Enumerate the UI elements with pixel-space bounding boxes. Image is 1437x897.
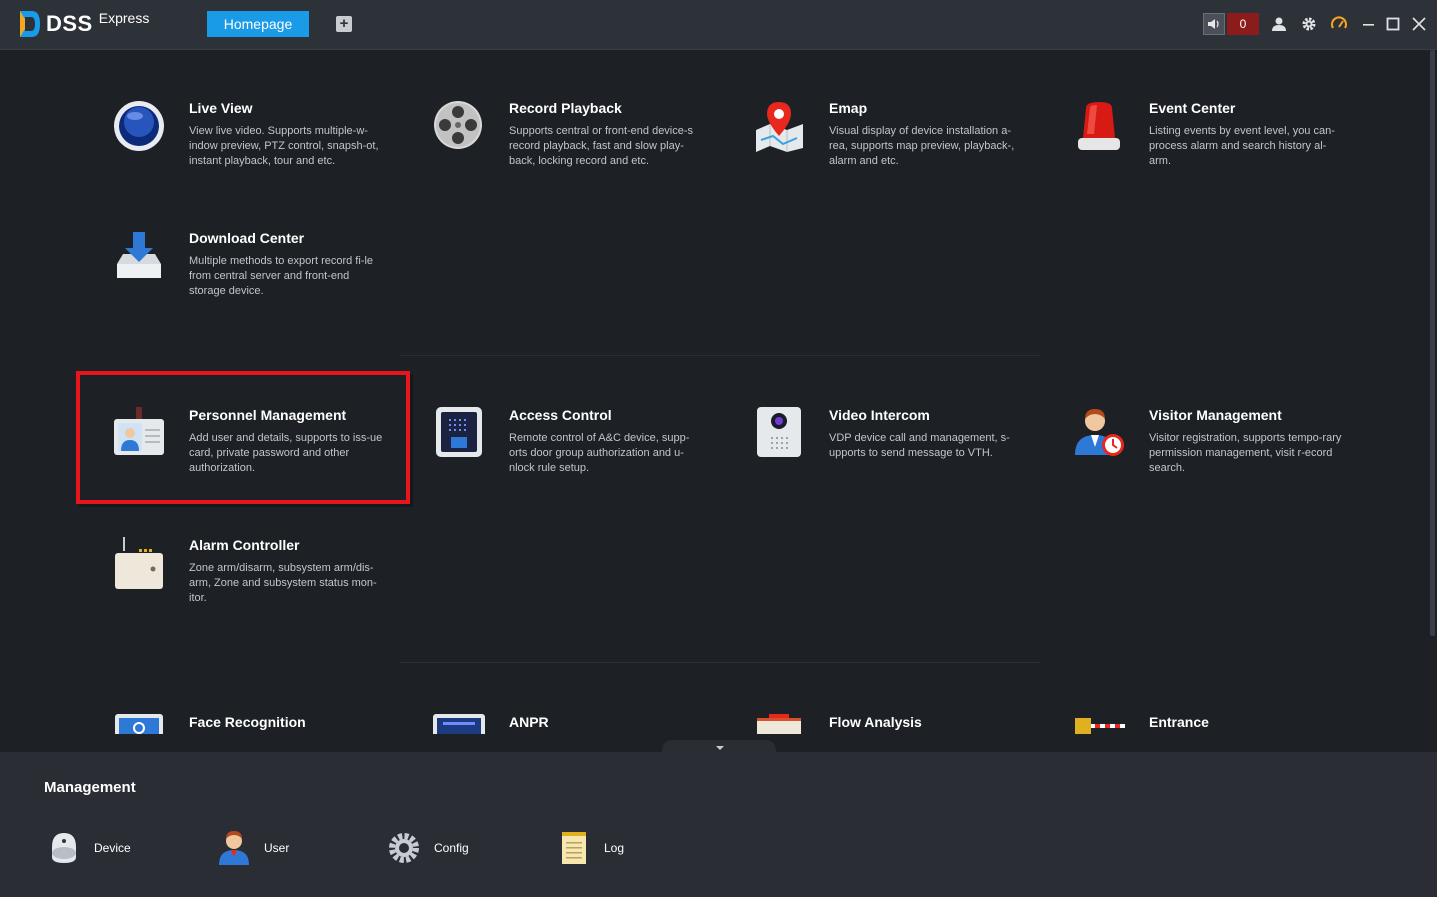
maximize-icon[interactable]: [1384, 15, 1402, 33]
module-alarm-controller[interactable]: Alarm Controller Zone arm/disarm, subsys…: [113, 537, 413, 637]
module-face-recognition[interactable]: Face Recognition: [113, 714, 413, 752]
module-visitor-management[interactable]: Visitor Management Visitor registration,…: [1073, 407, 1373, 507]
module-download-center[interactable]: Download Center Multiple methods to expo…: [113, 230, 413, 330]
gear-icon[interactable]: [1300, 15, 1318, 33]
module-description: Supports central or front-end device-s r…: [509, 125, 694, 167]
user-icon: [219, 831, 249, 865]
minimize-icon[interactable]: [1360, 15, 1378, 33]
speaker-icon[interactable]: [1203, 13, 1225, 35]
chevron-down-icon: [716, 746, 724, 750]
module-description: Visitor registration, supports tempo-rar…: [1149, 432, 1342, 474]
license-plate-icon: [433, 714, 485, 734]
module-title: Video Intercom: [829, 407, 930, 423]
module-description: Multiple methods to export record fi-le …: [189, 255, 374, 297]
management-item-log[interactable]: Log: [558, 830, 624, 866]
module-title: Emap: [829, 100, 868, 116]
management-item-label: Log: [604, 841, 625, 855]
module-title: Entrance: [1149, 714, 1209, 730]
brand-subtitle: Express: [98, 10, 150, 26]
brand-name: DSS: [46, 11, 93, 36]
module-live-view[interactable]: Live View View live video. Supports mult…: [113, 100, 413, 200]
alarm-count-badge: 0: [1227, 13, 1259, 35]
module-description: VDP device call and management, s-upport…: [829, 432, 1010, 459]
visitor-clock-icon: [1075, 409, 1124, 456]
module-title: Download Center: [189, 230, 305, 246]
map-pin-icon: [756, 102, 803, 152]
row-divider: [400, 662, 1040, 663]
alarm-siren-icon: [1078, 102, 1120, 150]
row-divider: [400, 355, 1040, 356]
module-emap[interactable]: Emap Visual display of device installati…: [753, 100, 1053, 200]
face-recognition-icon: [115, 714, 163, 734]
dss-logo-icon: [20, 11, 40, 37]
management-item-label: Device: [94, 841, 131, 855]
module-video-intercom[interactable]: Video Intercom VDP device call and manag…: [753, 407, 1053, 507]
management-item-user[interactable]: User: [218, 830, 289, 866]
flow-chart-icon: [757, 714, 801, 734]
module-description: View live video. Supports multiple-w-ind…: [189, 125, 379, 167]
access-panel-icon: [436, 407, 482, 457]
management-item-label: User: [264, 841, 290, 855]
module-description: Visual display of device installation a-…: [829, 125, 1015, 167]
tab-homepage[interactable]: Homepage: [207, 11, 309, 37]
scrollbar[interactable]: [1430, 50, 1435, 636]
module-title: Face Recognition: [189, 714, 306, 730]
module-title: Live View: [189, 100, 253, 116]
highlight-box: [76, 371, 410, 504]
add-tab-button[interactable]: +: [336, 16, 352, 32]
management-title: Management: [44, 779, 136, 796]
speedometer-icon[interactable]: [1330, 15, 1348, 33]
title-bar: DSS Express Homepage + 0: [0, 0, 1437, 50]
management-item-config[interactable]: Config: [388, 830, 469, 866]
management-item-label: Config: [434, 841, 469, 855]
gear-icon: [389, 833, 419, 863]
module-description: Remote control of A&C device, supp-orts …: [509, 432, 690, 474]
module-description: Listing events by event level, you can- …: [1149, 125, 1335, 167]
module-title: Event Center: [1149, 100, 1236, 116]
close-icon[interactable]: [1410, 15, 1428, 33]
management-item-device[interactable]: Device: [48, 830, 131, 866]
barrier-gate-icon: [1075, 718, 1125, 734]
alarm-indicator[interactable]: 0: [1203, 13, 1259, 35]
module-flow-analysis[interactable]: Flow Analysis: [753, 714, 1053, 752]
device-icon: [52, 833, 76, 863]
module-title: Alarm Controller: [189, 537, 300, 553]
module-event-center[interactable]: Event Center Listing events by event lev…: [1073, 100, 1373, 200]
download-icon: [117, 232, 161, 278]
module-title: Access Control: [509, 407, 612, 423]
live-view-icon: [114, 101, 164, 151]
app-logo: DSS Express: [18, 8, 149, 40]
alarm-panel-icon: [115, 537, 163, 589]
module-entrance[interactable]: Entrance: [1073, 714, 1373, 752]
module-title: ANPR: [509, 714, 549, 730]
module-description: Zone arm/disarm, subsystem arm/dis-arm, …: [189, 562, 377, 604]
intercom-icon: [757, 407, 801, 457]
management-panel: Management Device User Config Log: [0, 752, 1437, 897]
module-record-playback[interactable]: Record Playback Supports central or fron…: [433, 100, 733, 200]
notepad-icon: [562, 832, 586, 864]
module-access-control[interactable]: Access Control Remote control of A&C dev…: [433, 407, 733, 507]
module-title: Visitor Management: [1149, 407, 1282, 423]
module-title: Record Playback: [509, 100, 622, 116]
film-reel-icon: [434, 101, 482, 149]
module-title: Flow Analysis: [829, 714, 922, 730]
user-icon[interactable]: [1270, 15, 1288, 33]
